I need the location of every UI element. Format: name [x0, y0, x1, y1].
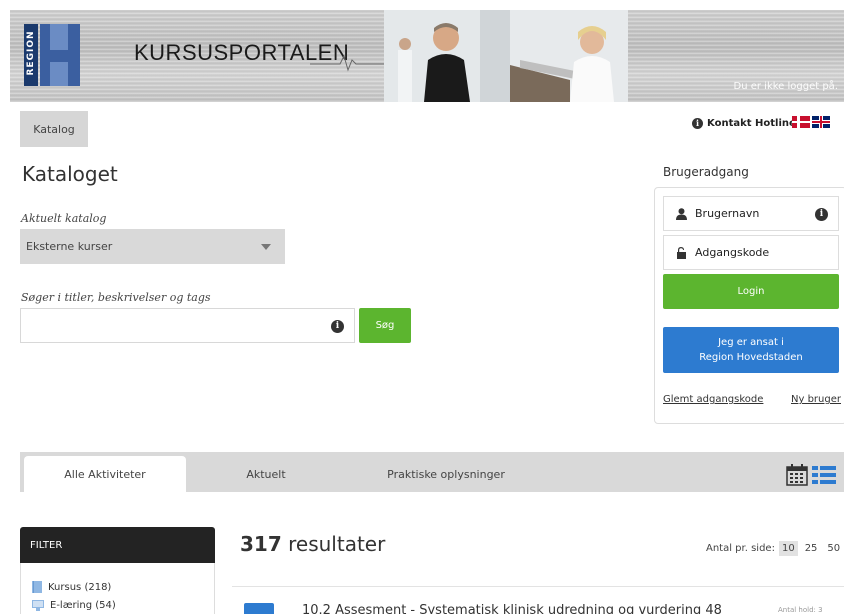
language-selector [792, 116, 830, 128]
tab-praktiske-oplysninger[interactable]: Praktiske oplysninger [370, 456, 522, 492]
result-divider [232, 586, 844, 587]
results-number: 317 [240, 532, 282, 556]
result-meta: Antal hold: 3 [778, 606, 823, 614]
search-label: Søger i titler, beskrivelser og tags [21, 291, 211, 304]
uk-flag-icon[interactable] [812, 116, 830, 128]
per-page-selector: Antal pr. side: 10 25 50 [706, 541, 843, 556]
new-user-link[interactable]: Ny bruger [791, 394, 841, 405]
current-catalog-label: Aktuelt katalog [21, 212, 107, 225]
hotline-label: Kontakt Hotline [707, 118, 796, 129]
filter-item-label: E-læring (54) [50, 600, 116, 611]
filter-item-label: Kursus (218) [48, 581, 112, 593]
filter-heading: FILTER [20, 527, 215, 563]
danish-flag-icon[interactable] [792, 116, 810, 128]
page-title: Kataloget [22, 162, 118, 186]
list-view-icon[interactable] [812, 465, 836, 485]
username-placeholder: Brugernavn [695, 207, 760, 220]
info-icon: i [692, 118, 703, 129]
login-heading: Brugeradgang [663, 165, 749, 179]
forgot-password-link[interactable]: Glemt adgangskode [663, 394, 763, 405]
per-page-option-10[interactable]: 10 [778, 541, 798, 556]
search-input[interactable]: i [20, 308, 355, 343]
filter-item-kursus[interactable]: Kursus (218) [32, 581, 111, 593]
results-count: 317 resultater [240, 532, 385, 556]
username-field[interactable]: Brugernavn i [663, 196, 839, 231]
catalog-select-value: Eksterne kurser [26, 240, 113, 253]
banner-photo-doctor [384, 10, 510, 102]
search-button[interactable]: Søg [359, 308, 411, 343]
region-logo[interactable]: REGION [24, 24, 80, 86]
login-status: Du er ikke logget på. [733, 81, 839, 92]
catalog-select[interactable]: Eksterne kurser [20, 229, 285, 264]
search-info-icon[interactable]: i [331, 320, 344, 333]
user-icon [676, 207, 687, 220]
view-toggle [786, 464, 836, 486]
book-icon [32, 581, 42, 593]
employee-button-line1: Jeg er ansat i [718, 337, 784, 348]
per-page-option-25[interactable]: 25 [802, 541, 821, 556]
result-title[interactable]: 10.2 Assesment - Systematisk klinisk udr… [302, 603, 722, 614]
per-page-option-50[interactable]: 50 [824, 541, 843, 556]
logo-text: REGION [26, 30, 36, 76]
per-page-label: Antal pr. side: [706, 543, 775, 554]
banner-photo-nurse [510, 10, 628, 102]
calendar-view-icon[interactable] [786, 464, 808, 486]
nav-tab-katalog[interactable]: Katalog [20, 111, 88, 147]
chevron-down-icon [261, 244, 271, 250]
password-field[interactable]: Adgangskode [663, 235, 839, 270]
course-type-icon [244, 603, 274, 614]
password-placeholder: Adgangskode [695, 246, 770, 259]
tab-aktuelt[interactable]: Aktuelt [226, 456, 306, 492]
login-button[interactable]: Login [663, 274, 839, 309]
tab-alle-aktiviteter[interactable]: Alle Aktiviteter [24, 456, 186, 492]
hotline-link[interactable]: i Kontakt Hotline [692, 118, 796, 129]
heartbeat-line-icon [310, 54, 390, 72]
computer-icon [32, 600, 44, 611]
employee-button-line2: Region Hovedstaden [699, 352, 803, 363]
filter-item-e-laering[interactable]: E-læring (54) [32, 600, 116, 611]
employee-login-button[interactable]: Jeg er ansat i Region Hovedstaden [663, 327, 839, 373]
unlock-icon [677, 246, 686, 259]
results-label: resultater [288, 532, 386, 556]
header-banner: REGION KURSUSPORTALEN Du er ikke logget … [10, 10, 844, 102]
username-info-icon[interactable]: i [815, 208, 828, 221]
